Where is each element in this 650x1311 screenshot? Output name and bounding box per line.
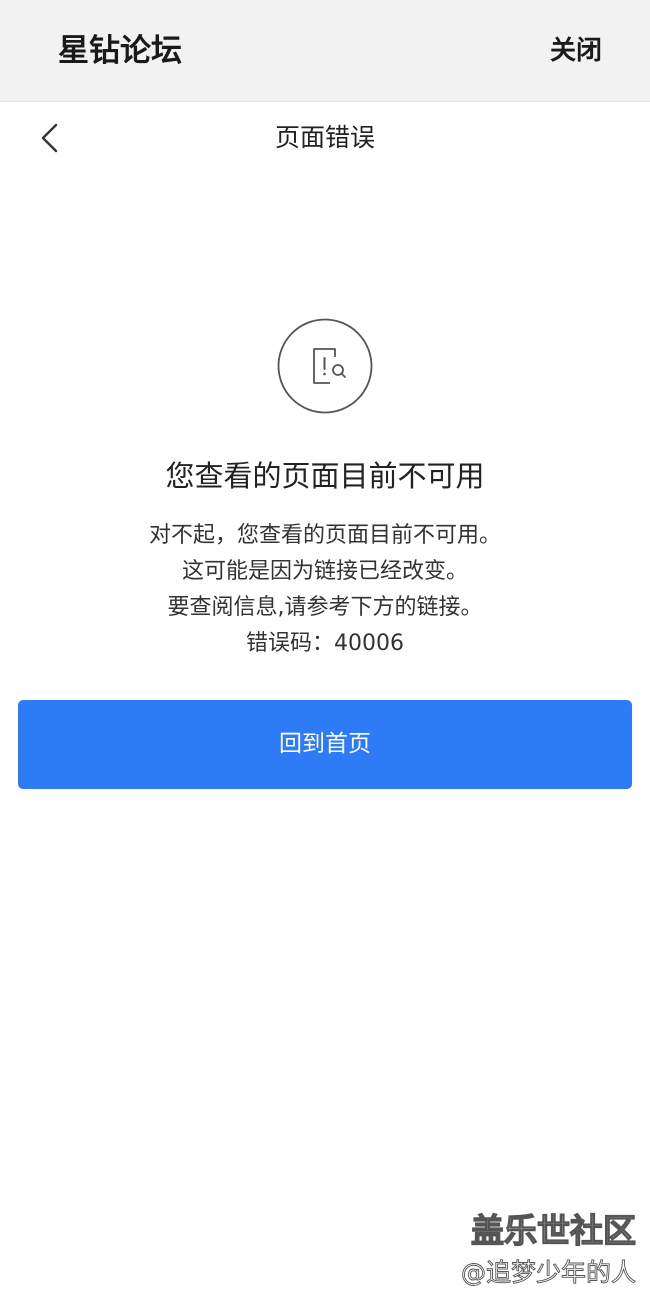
error-message-line: 要查阅信息,请参考下方的链接。	[167, 595, 483, 620]
page-title: 页面错误	[274, 123, 375, 152]
home-button[interactable]: 回到首页	[18, 700, 632, 789]
page-search-error-icon	[277, 318, 373, 414]
watermark-username: @追梦少年的人	[460, 1258, 637, 1288]
error-message: 对不起，您查看的页面目前不可用。 这可能是因为链接已经改变。 要查阅信息,请参考…	[0, 518, 650, 662]
error-code: 错误码：40006	[246, 631, 404, 656]
watermark: 盖乐世社区 @追梦少年的人	[460, 1208, 637, 1290]
nav-bar: 页面错误	[0, 102, 650, 174]
close-button[interactable]: 关闭	[550, 33, 602, 69]
error-heading: 您查看的页面目前不可用	[165, 459, 485, 493]
watermark-community-name: 盖乐世社区	[470, 1210, 636, 1250]
error-message-line: 这可能是因为链接已经改变。	[181, 559, 468, 584]
error-message-line: 对不起，您查看的页面目前不可用。	[148, 523, 501, 548]
app-title: 星钻论坛	[58, 33, 182, 69]
app-bar: 星钻论坛 关闭	[0, 0, 650, 102]
